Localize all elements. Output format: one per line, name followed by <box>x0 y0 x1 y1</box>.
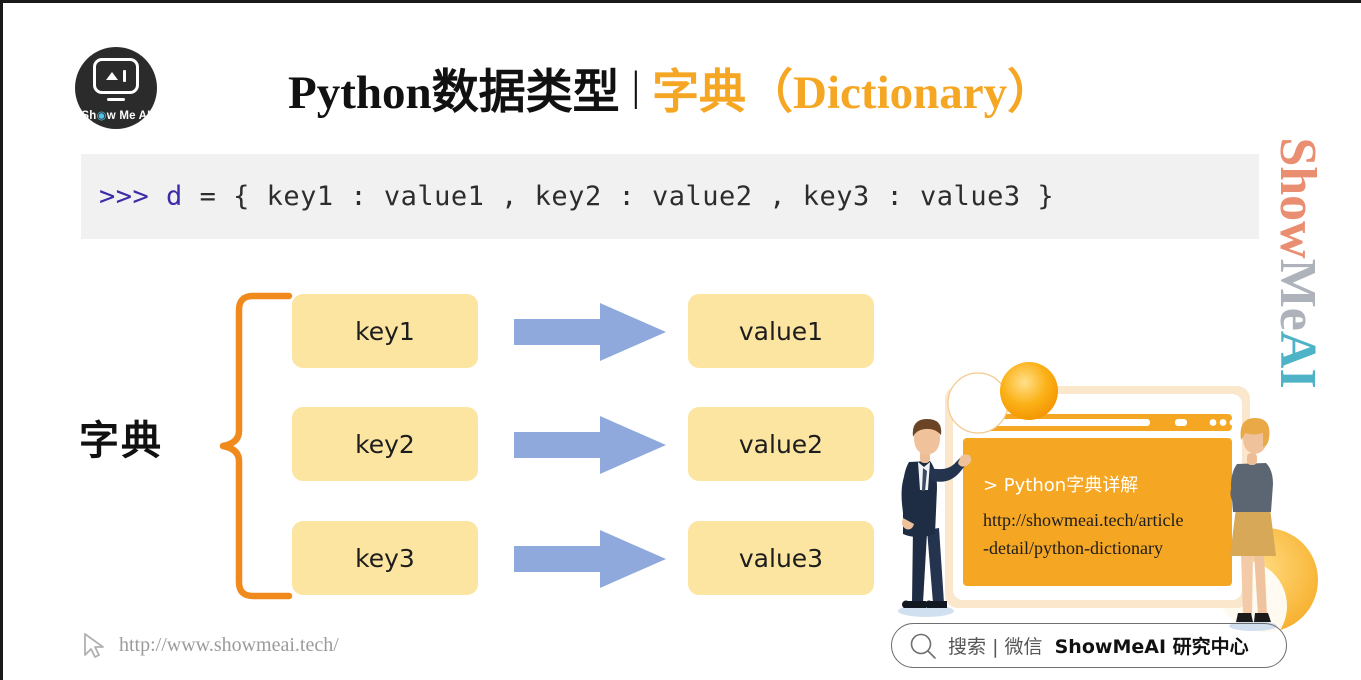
title-separator: | <box>631 64 641 110</box>
slide-canvas: Sh◉w Me AI Python数据类型 | 字典（Dictionary） >… <box>0 0 1361 680</box>
code-line: >>> d = { key1 : value1 , key2 : value2 … <box>81 181 1054 212</box>
value-box: value3 <box>688 521 874 595</box>
magnifier-icon <box>910 633 936 659</box>
key-box: key2 <box>292 407 478 481</box>
right-arrow-icon <box>514 530 666 588</box>
showmeai-logo: Sh◉w Me AI <box>75 47 157 129</box>
curly-brace-icon <box>219 292 293 600</box>
decorative-circle-icon <box>947 372 1009 434</box>
robot-eye-caret-icon <box>105 72 118 80</box>
showmeai-watermark: Show Me AI <box>1178 137 1361 388</box>
value-box: value2 <box>688 407 874 481</box>
code-variable: d <box>166 181 183 212</box>
title-black-part: Python数据类型 <box>288 66 620 119</box>
code-block: >>> d = { key1 : value1 , key2 : value2 … <box>81 154 1259 239</box>
page-title: Python数据类型 | 字典（Dictionary） <box>288 49 1054 125</box>
search-pill-text: 搜索 | 微信 ShowMeAI 研究中心 <box>948 632 1249 659</box>
browser-window-illustration: > Python字典详解 http://showmeai.tech/articl… <box>898 362 1318 648</box>
browser-heading: > Python字典详解 <box>983 475 1138 496</box>
cursor-pointer-icon <box>84 633 104 658</box>
right-arrow-icon <box>514 303 666 361</box>
watermark-part-me: Me <box>1269 258 1327 331</box>
wechat-search-pill[interactable]: 搜索 | 微信 ShowMeAI 研究中心 <box>891 623 1287 668</box>
footer-url-text: http://www.showmeai.tech/ <box>119 633 339 656</box>
search-label: 搜索 <box>948 636 987 658</box>
search-channel: 微信 <box>1004 636 1043 658</box>
footer-url[interactable]: http://www.showmeai.tech/ <box>81 631 339 659</box>
logo-text: Sh◉w Me AI <box>81 110 151 122</box>
dictionary-label: 字典 <box>79 418 163 464</box>
code-expression: = { key1 : value1 , key2 : value2 , key3… <box>182 181 1055 212</box>
code-prompt: >>> <box>99 181 150 212</box>
robot-face-icon <box>93 58 139 94</box>
key-box: key1 <box>292 294 478 368</box>
decorative-sphere-icon <box>1000 362 1058 420</box>
watermark-part-show: Show <box>1269 137 1327 259</box>
right-arrow-icon <box>514 416 666 474</box>
robot-eye-bar-icon <box>122 70 127 82</box>
search-account: ShowMeAI 研究中心 <box>1054 636 1249 658</box>
browser-url-line1: http://showmeai.tech/article <box>983 510 1183 530</box>
key-box: key3 <box>292 521 478 595</box>
title-orange-part: 字典（Dictionary） <box>652 66 1055 119</box>
browser-url-line2: -detail/python-dictionary <box>983 538 1163 558</box>
value-box: value1 <box>688 294 874 368</box>
